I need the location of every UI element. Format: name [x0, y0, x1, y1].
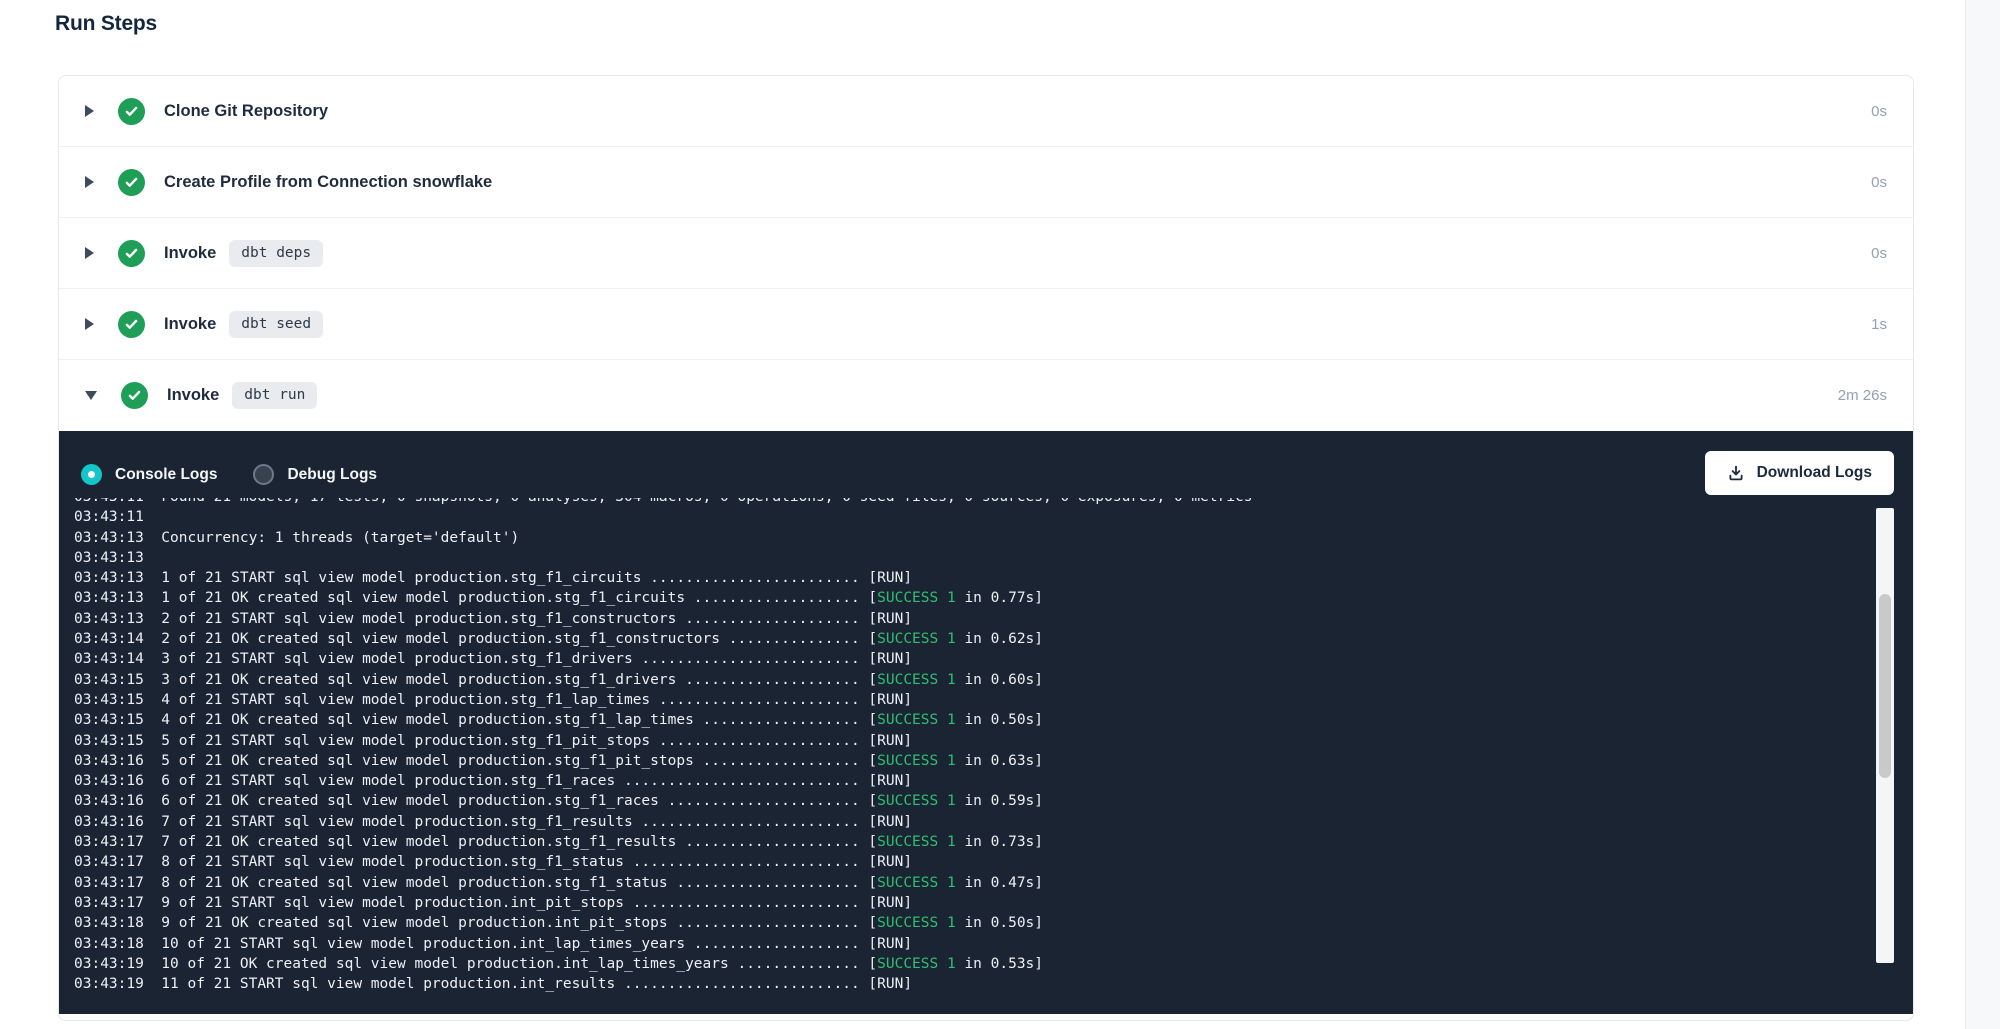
success-check-icon — [118, 311, 145, 338]
log-line: 03:43:18 10 of 21 START sql view model p… — [74, 934, 1913, 954]
log-line: 03:43:16 6 of 21 OK created sql view mod… — [74, 791, 1913, 811]
log-line: 03:43:17 9 of 21 START sql view model pr… — [74, 893, 1913, 913]
log-line: 03:43:16 5 of 21 OK created sql view mod… — [74, 751, 1913, 771]
step-row-clone-git-repository[interactable]: Clone Git Repository 0s — [59, 76, 1913, 147]
page-scrollbar-gutter — [1965, 0, 2000, 1029]
caret-right-icon[interactable] — [85, 176, 94, 188]
radio-selected-icon[interactable] — [81, 464, 102, 485]
log-line: 03:43:13 — [74, 548, 1913, 568]
debug-logs-radio[interactable]: Debug Logs — [253, 464, 377, 485]
page-title: Run Steps — [55, 12, 157, 36]
log-line: 03:43:15 4 of 21 OK created sql view mod… — [74, 710, 1913, 730]
log-line: 03:43:13 1 of 21 START sql view model pr… — [74, 568, 1913, 588]
log-line: 03:43:17 8 of 21 OK created sql view mod… — [74, 873, 1913, 893]
log-line: 03:43:15 4 of 21 START sql view model pr… — [74, 690, 1913, 710]
step-command-badge: dbt seed — [229, 311, 323, 338]
step-command-badge: dbt run — [232, 382, 317, 409]
caret-right-icon[interactable] — [85, 247, 94, 259]
download-icon — [1727, 464, 1745, 482]
step-label: Invoke — [164, 315, 216, 334]
log-line: 03:43:13 1 of 21 OK created sql view mod… — [74, 588, 1913, 608]
caret-right-icon[interactable] — [85, 318, 94, 330]
step-label: Invoke — [167, 386, 219, 405]
log-lines: 03:43:11 Found 21 models, 17 tests, 0 sn… — [59, 498, 1913, 994]
log-line: 03:43:11 — [74, 507, 1913, 527]
log-scrollbar-thumb[interactable] — [1879, 594, 1891, 778]
step-duration: 0s — [1871, 103, 1887, 120]
success-check-icon — [121, 382, 148, 409]
success-check-icon — [118, 98, 145, 125]
step-duration: 2m 26s — [1838, 387, 1887, 404]
log-scrollbar[interactable] — [1876, 508, 1894, 963]
log-line: 03:43:13 Concurrency: 1 threads (target=… — [74, 528, 1913, 548]
step-row-invoke-dbt-deps[interactable]: Invoke dbt deps 0s — [59, 218, 1913, 289]
console-logs-label: Console Logs — [115, 466, 217, 484]
log-line: 03:43:16 7 of 21 START sql view model pr… — [74, 812, 1913, 832]
console-log-output[interactable]: 03:43:11 Found 21 models, 17 tests, 0 sn… — [59, 498, 1913, 1006]
log-line: 03:43:14 3 of 21 START sql view model pr… — [74, 649, 1913, 669]
step-duration: 1s — [1871, 316, 1887, 333]
log-line: 03:43:15 3 of 21 OK created sql view mod… — [74, 670, 1913, 690]
log-line: 03:43:13 2 of 21 START sql view model pr… — [74, 609, 1913, 629]
caret-right-icon[interactable] — [85, 105, 94, 117]
log-panel: Console Logs Debug Logs Download Logs 03… — [59, 431, 1913, 1014]
step-label: Clone Git Repository — [164, 102, 328, 121]
log-line: 03:43:18 9 of 21 OK created sql view mod… — [74, 913, 1913, 933]
log-line: 03:43:17 8 of 21 START sql view model pr… — [74, 852, 1913, 872]
caret-down-icon[interactable] — [85, 391, 97, 400]
run-steps-card: Clone Git Repository 0s Create Profile f… — [58, 75, 1914, 1021]
log-line: 03:43:15 5 of 21 START sql view model pr… — [74, 731, 1913, 751]
step-duration: 0s — [1871, 174, 1887, 191]
log-type-radio-group: Console Logs Debug Logs — [81, 464, 377, 485]
step-label: Invoke — [164, 244, 216, 263]
download-logs-label: Download Logs — [1757, 464, 1872, 482]
log-line: 03:43:14 2 of 21 OK created sql view mod… — [74, 629, 1913, 649]
step-duration: 0s — [1871, 245, 1887, 262]
step-row-invoke-dbt-run[interactable]: Invoke dbt run 2m 26s — [59, 360, 1913, 431]
download-logs-button[interactable]: Download Logs — [1705, 451, 1894, 495]
log-line: 03:43:19 11 of 21 START sql view model p… — [74, 974, 1913, 994]
step-row-create-profile[interactable]: Create Profile from Connection snowflake… — [59, 147, 1913, 218]
radio-unselected-icon[interactable] — [253, 464, 274, 485]
success-check-icon — [118, 240, 145, 267]
success-check-icon — [118, 169, 145, 196]
step-command-badge: dbt deps — [229, 240, 323, 267]
log-line: 03:43:16 6 of 21 START sql view model pr… — [74, 771, 1913, 791]
log-line: 03:43:11 Found 21 models, 17 tests, 0 sn… — [74, 498, 1913, 507]
log-line: 03:43:17 7 of 21 OK created sql view mod… — [74, 832, 1913, 852]
log-line: 03:43:19 10 of 21 OK created sql view mo… — [74, 954, 1913, 974]
step-label: Create Profile from Connection snowflake — [164, 173, 492, 192]
console-logs-radio[interactable]: Console Logs — [81, 464, 217, 485]
step-row-invoke-dbt-seed[interactable]: Invoke dbt seed 1s — [59, 289, 1913, 360]
debug-logs-label: Debug Logs — [287, 466, 377, 484]
